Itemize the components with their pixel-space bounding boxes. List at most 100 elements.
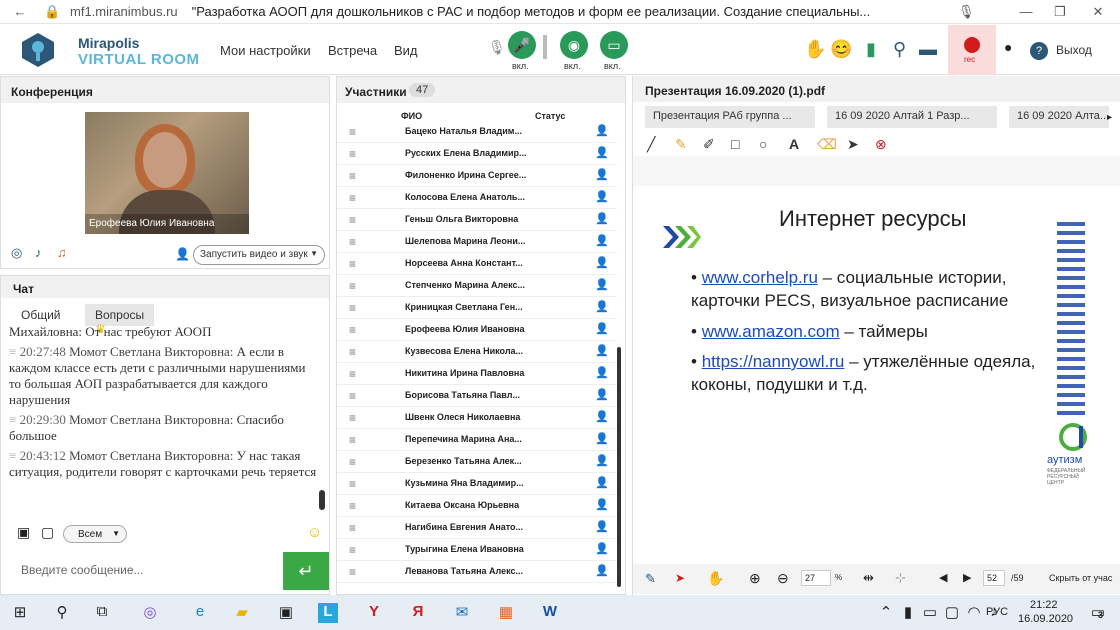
col-name-header[interactable]: ФИО <box>401 111 422 121</box>
tab-general[interactable]: Общий <box>11 304 71 326</box>
edge-icon[interactable]: e <box>190 603 210 623</box>
participant-row[interactable]: ≡ Русских Елена Владимир... 👤 <box>337 143 617 165</box>
format-icon[interactable]: ▣ <box>17 524 30 541</box>
alice-icon[interactable]: ◎ <box>140 603 160 623</box>
screen-share-button[interactable]: ▭ <box>600 31 628 59</box>
fit-width-icon[interactable]: ⇹ <box>863 570 874 586</box>
task-view-icon[interactable]: ⧉ <box>92 603 112 623</box>
menu-meeting[interactable]: Встреча <box>328 43 377 58</box>
drag-handle-icon[interactable]: ≡ <box>349 499 356 513</box>
participant-row[interactable]: ≡ Норсеева Анна Констант... 👤 <box>337 253 617 275</box>
back-arrow-icon[interactable]: ← <box>12 4 28 20</box>
prev-page-icon[interactable]: ◀ <box>939 571 947 584</box>
drag-handle-icon[interactable]: ≡ <box>349 455 356 469</box>
page-input[interactable]: 52 <box>983 570 1005 586</box>
participant-row[interactable]: ≡ Кузвесова Елена Никола... 👤 <box>337 341 617 363</box>
hide-from-participants-button[interactable]: Скрыть от учас <box>1049 573 1119 583</box>
drag-handle-icon[interactable]: ≡ <box>349 169 356 183</box>
clock-time[interactable]: 21:22 <box>1030 599 1058 611</box>
word-icon[interactable]: W <box>540 603 560 623</box>
participants-scrollbar[interactable] <box>617 347 621 587</box>
text-tool-icon[interactable]: A <box>789 136 799 152</box>
yandex-icon[interactable]: Я <box>408 603 428 623</box>
pointer-tool-icon[interactable]: ➤ <box>847 136 859 153</box>
network-icon[interactable]: ▢ <box>942 603 962 623</box>
col-status-header[interactable]: Статус <box>535 111 565 121</box>
drag-handle-icon[interactable]: ≡ <box>349 477 356 491</box>
windows-start-icon[interactable]: ⊞ <box>10 603 30 623</box>
drag-handle-icon[interactable]: ≡ <box>349 125 356 139</box>
battery-icon[interactable]: ▭ <box>920 603 940 623</box>
video-feed[interactable]: Ерофеева Юлия Ивановна <box>85 112 249 234</box>
search-icon[interactable]: ⚲ <box>52 603 72 623</box>
record-button[interactable]: rec <box>948 25 996 75</box>
camera-toggle-button[interactable]: ◉ <box>560 31 588 59</box>
attach-icon[interactable]: ▢ <box>41 524 54 541</box>
participant-row[interactable]: ≡ Степченко Марина Алекс... 👤 <box>337 275 617 297</box>
marker-tool-icon[interactable]: ✎ <box>675 136 687 153</box>
exit-button[interactable]: Выход <box>1056 43 1092 57</box>
participant-row[interactable]: ≡ Шелепова Марина Леони... 👤 <box>337 231 617 253</box>
participant-row[interactable]: ≡ Перепечина Марина Ана... 👤 <box>337 429 617 451</box>
chat-scrollbar[interactable] <box>319 490 325 510</box>
participant-row[interactable]: ≡ Березенко Татьяна Алек... 👤 <box>337 451 617 473</box>
brush-icon[interactable]: ✎ <box>645 571 656 587</box>
pres-tab-3[interactable]: 16 09 2020 Алта... <box>1009 106 1109 128</box>
maximize-icon[interactable]: ❐ <box>1052 4 1068 20</box>
close-icon[interactable]: ✕ <box>1090 4 1106 20</box>
chevron-right-icon[interactable]: ▸ <box>1107 112 1112 123</box>
zoom-out-icon[interactable]: ⊖ <box>777 570 789 587</box>
drag-handle-icon[interactable]: ≡ <box>349 367 356 381</box>
drag-handle-icon[interactable]: ≡ <box>349 323 356 337</box>
menu-my-settings[interactable]: Мои настройки <box>220 43 311 58</box>
yandex-browser-icon[interactable]: Y <box>364 603 384 623</box>
recipient-select[interactable]: Всем ▼ <box>63 525 127 543</box>
slide-link[interactable]: www.corhelp.ru <box>702 268 818 287</box>
zoom-in-icon[interactable]: ⊕ <box>749 570 761 587</box>
drag-handle-icon[interactable]: ≡ <box>349 411 356 425</box>
drag-handle-icon[interactable]: ≡ <box>349 235 356 249</box>
volume-slider[interactable] <box>543 35 547 59</box>
menu-view[interactable]: Вид <box>394 43 418 58</box>
message-input[interactable]: Введите сообщение... <box>9 552 281 588</box>
drag-handle-icon[interactable]: ≡ <box>349 345 356 359</box>
folder-icon[interactable]: ▬ <box>919 39 937 60</box>
participant-row[interactable]: ≡ Колосова Елена Анатоль... 👤 <box>337 187 617 209</box>
raise-hand-icon[interactable]: ✋ <box>804 39 826 60</box>
laser-pointer-icon[interactable]: ➤ <box>675 571 685 585</box>
drag-handle-icon[interactable]: ≡ <box>349 433 356 447</box>
fit-page-icon[interactable]: ⊹ <box>895 570 906 586</box>
chevron-up-icon[interactable]: ⌃ <box>876 603 896 623</box>
clear-tool-icon[interactable]: ⊗ <box>875 136 887 153</box>
hand-icon[interactable]: ✋ <box>707 570 724 587</box>
pen-tool-icon[interactable]: ✐ <box>703 136 715 153</box>
line-tool-icon[interactable]: ╱ <box>647 136 655 153</box>
mail-icon[interactable]: ✉ <box>452 603 472 623</box>
rectangle-tool-icon[interactable]: □ <box>731 136 739 152</box>
next-page-icon[interactable]: ▶ <box>963 571 971 584</box>
slide-link[interactable]: www.amazon.com <box>702 322 840 341</box>
participant-row[interactable]: ≡ Филоненко Ирина Сергее... 👤 <box>337 165 617 187</box>
participant-row[interactable]: ≡ Турыгина Елена Ивановна 👤 <box>337 539 617 561</box>
drag-handle-icon[interactable]: ≡ <box>349 213 356 227</box>
slide-link[interactable]: https://nannyowl.ru <box>702 352 845 371</box>
drag-handle-icon[interactable]: ≡ <box>349 565 356 579</box>
input-language[interactable]: РУС <box>986 606 1008 618</box>
emoji-icon[interactable]: 😊 <box>830 39 852 60</box>
smiley-icon[interactable]: ☺ <box>307 524 322 541</box>
stats-icon[interactable]: ▮ <box>866 39 876 60</box>
participant-row[interactable]: ≡ Бацеко Наталья Владим... 👤 <box>337 121 617 143</box>
drag-handle-icon[interactable]: ≡ <box>349 257 356 271</box>
participant-row[interactable]: ≡ Геньш Ольга Викторовна 👤 <box>337 209 617 231</box>
pres-tab-1[interactable]: Презентация РАб группа ... <box>645 106 815 128</box>
speaker-small-icon[interactable]: ♫ <box>57 245 67 260</box>
clock-date[interactable]: 16.09.2020 <box>1018 613 1073 625</box>
url-text[interactable]: mf1.miranimbus.ru <box>70 4 178 19</box>
mic-small-icon[interactable]: ♪ <box>35 245 42 260</box>
tab-questions[interactable]: Вопросы ♛ <box>85 304 155 336</box>
drag-handle-icon[interactable]: ≡ <box>349 543 356 557</box>
usb-icon[interactable]: ▮ <box>898 603 918 623</box>
network-icon[interactable]: ⚲ <box>893 39 906 60</box>
zoom-input[interactable]: 27 <box>801 570 831 586</box>
participant-row[interactable]: ≡ Криницкая Светлана Ген... 👤 <box>337 297 617 319</box>
